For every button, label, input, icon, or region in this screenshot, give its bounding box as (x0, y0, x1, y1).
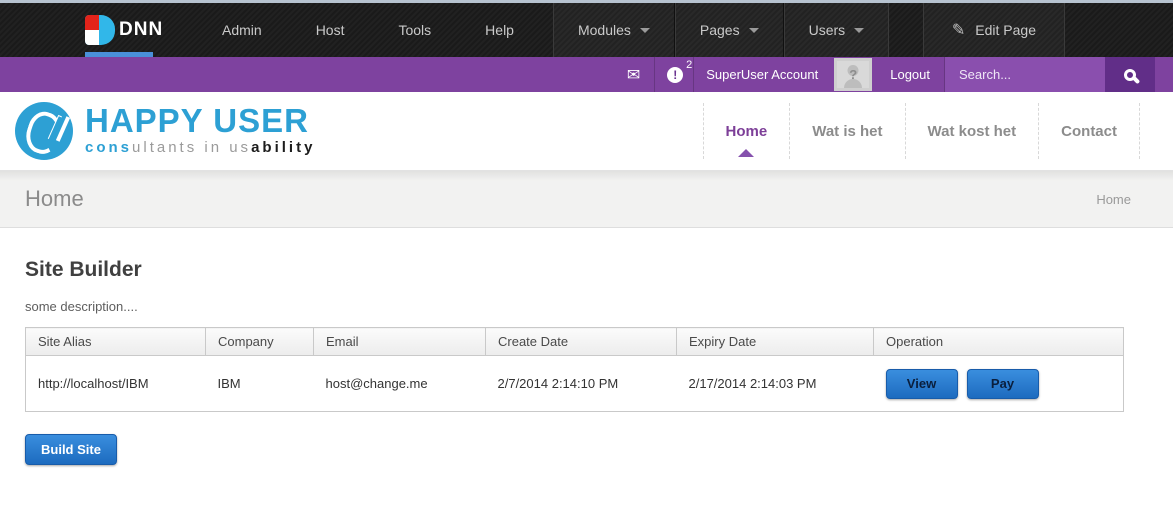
main-content: Site Builder some description.... Site A… (0, 228, 1173, 465)
chevron-down-icon (854, 28, 864, 33)
dnn-logo-icon (85, 15, 115, 45)
search-icon (1124, 69, 1136, 81)
notifications-button[interactable]: ! 2 (655, 57, 693, 92)
breadcrumb-bar: Home Home (0, 171, 1173, 228)
avatar-placeholder-question: ? (849, 67, 857, 82)
pencil-icon: ✎ (952, 20, 965, 40)
superuser-account-link[interactable]: SuperUser Account (694, 57, 830, 92)
tagline-part: ability (251, 139, 315, 156)
nav-item-wat-is-het[interactable]: Wat is het (789, 103, 904, 159)
table-header-row: Site Alias Company Email Create Date Exp… (26, 328, 1124, 356)
main-nav: Home Wat is het Wat kost het Contact (703, 103, 1140, 159)
nav-item-label: Home (726, 123, 768, 140)
dnn-control-bar: DNN update Admin Host Tools Help Modules… (0, 3, 1173, 57)
dropdown-users[interactable]: Users (784, 3, 890, 57)
module-description: some description.... (25, 299, 1148, 314)
cell-company: IBM (206, 356, 314, 412)
alert-icon: ! (667, 67, 683, 83)
brand-underline (85, 52, 153, 57)
messages-button[interactable]: ✉ (613, 57, 654, 92)
chevron-down-icon (640, 28, 650, 33)
dropdown-pages-label: Pages (700, 22, 740, 38)
nav-item-home[interactable]: Home (703, 103, 790, 159)
happy-user-logo-icon (15, 102, 73, 160)
cell-operation: View Pay (874, 356, 1124, 412)
avatar[interactable]: ? (834, 58, 872, 91)
col-header-expiry-date: Expiry Date (677, 328, 874, 356)
build-site-button[interactable]: Build Site (25, 434, 117, 465)
menu-item-help[interactable]: Help (458, 22, 541, 38)
col-header-operation: Operation (874, 328, 1124, 356)
search-button[interactable] (1105, 57, 1155, 92)
logo-tagline: consultants in usability (85, 139, 315, 156)
page: DNN update Admin Host Tools Help Modules… (0, 0, 1173, 530)
menu-item-host[interactable]: Host (289, 22, 372, 38)
logo-text-block: HAPPY USER consultants in usability (85, 106, 315, 156)
view-button[interactable]: View (886, 369, 958, 399)
col-header-company: Company (206, 328, 314, 356)
control-dropdowns: Modules Pages Users (553, 3, 889, 57)
page-title: Home (25, 186, 84, 212)
dropdown-modules[interactable]: Modules (553, 3, 675, 57)
col-header-site-alias: Site Alias (26, 328, 206, 356)
nav-item-label: Wat is het (812, 123, 882, 140)
logout-link[interactable]: Logout (876, 57, 944, 92)
cell-create-date: 2/7/2014 2:14:10 PM (486, 356, 677, 412)
pay-button[interactable]: Pay (967, 369, 1039, 399)
module-title: Site Builder (25, 258, 1148, 282)
control-menu: Admin Host Tools Help (195, 3, 541, 57)
nav-item-contact[interactable]: Contact (1038, 103, 1140, 159)
envelope-icon: ✉ (627, 65, 640, 85)
site-header: HAPPY USER consultants in usability Home… (0, 92, 1173, 171)
dnn-brand[interactable]: DNN update (85, 3, 167, 57)
search-input[interactable] (945, 57, 1105, 92)
cell-expiry-date: 2/17/2014 2:14:03 PM (677, 356, 874, 412)
dnn-logo-text: DNN (119, 19, 163, 41)
nav-item-label: Wat kost het (928, 123, 1017, 140)
cell-site-alias: http://localhost/IBM (26, 356, 206, 412)
col-header-email: Email (314, 328, 486, 356)
sites-table: Site Alias Company Email Create Date Exp… (25, 327, 1124, 412)
chevron-down-icon (749, 28, 759, 33)
edit-page-button[interactable]: ✎ Edit Page (923, 3, 1065, 57)
active-nav-arrow-icon (738, 149, 754, 157)
dropdown-modules-label: Modules (578, 22, 631, 38)
tagline-part: cons (85, 139, 132, 156)
breadcrumb[interactable]: Home (1096, 192, 1131, 207)
nav-item-wat-kost-het[interactable]: Wat kost het (905, 103, 1039, 159)
notification-count-badge: 2 (686, 59, 692, 71)
table-row: http://localhost/IBM IBM host@change.me … (26, 356, 1124, 412)
nav-item-label: Contact (1061, 123, 1117, 140)
logo-title: HAPPY USER (85, 106, 315, 136)
spacer (1155, 57, 1173, 92)
edit-page-label: Edit Page (975, 22, 1036, 38)
tagline-part: ultants in us (132, 139, 251, 156)
user-bar: ✉ ! 2 SuperUser Account ? Logout (0, 57, 1173, 92)
cell-email: host@change.me (314, 356, 486, 412)
col-header-create-date: Create Date (486, 328, 677, 356)
menu-item-tools[interactable]: Tools (371, 22, 458, 38)
menu-item-admin[interactable]: Admin (195, 22, 289, 38)
dropdown-users-label: Users (809, 22, 846, 38)
dropdown-pages[interactable]: Pages (675, 3, 784, 57)
happy-user-logo[interactable]: HAPPY USER consultants in usability (15, 102, 315, 160)
